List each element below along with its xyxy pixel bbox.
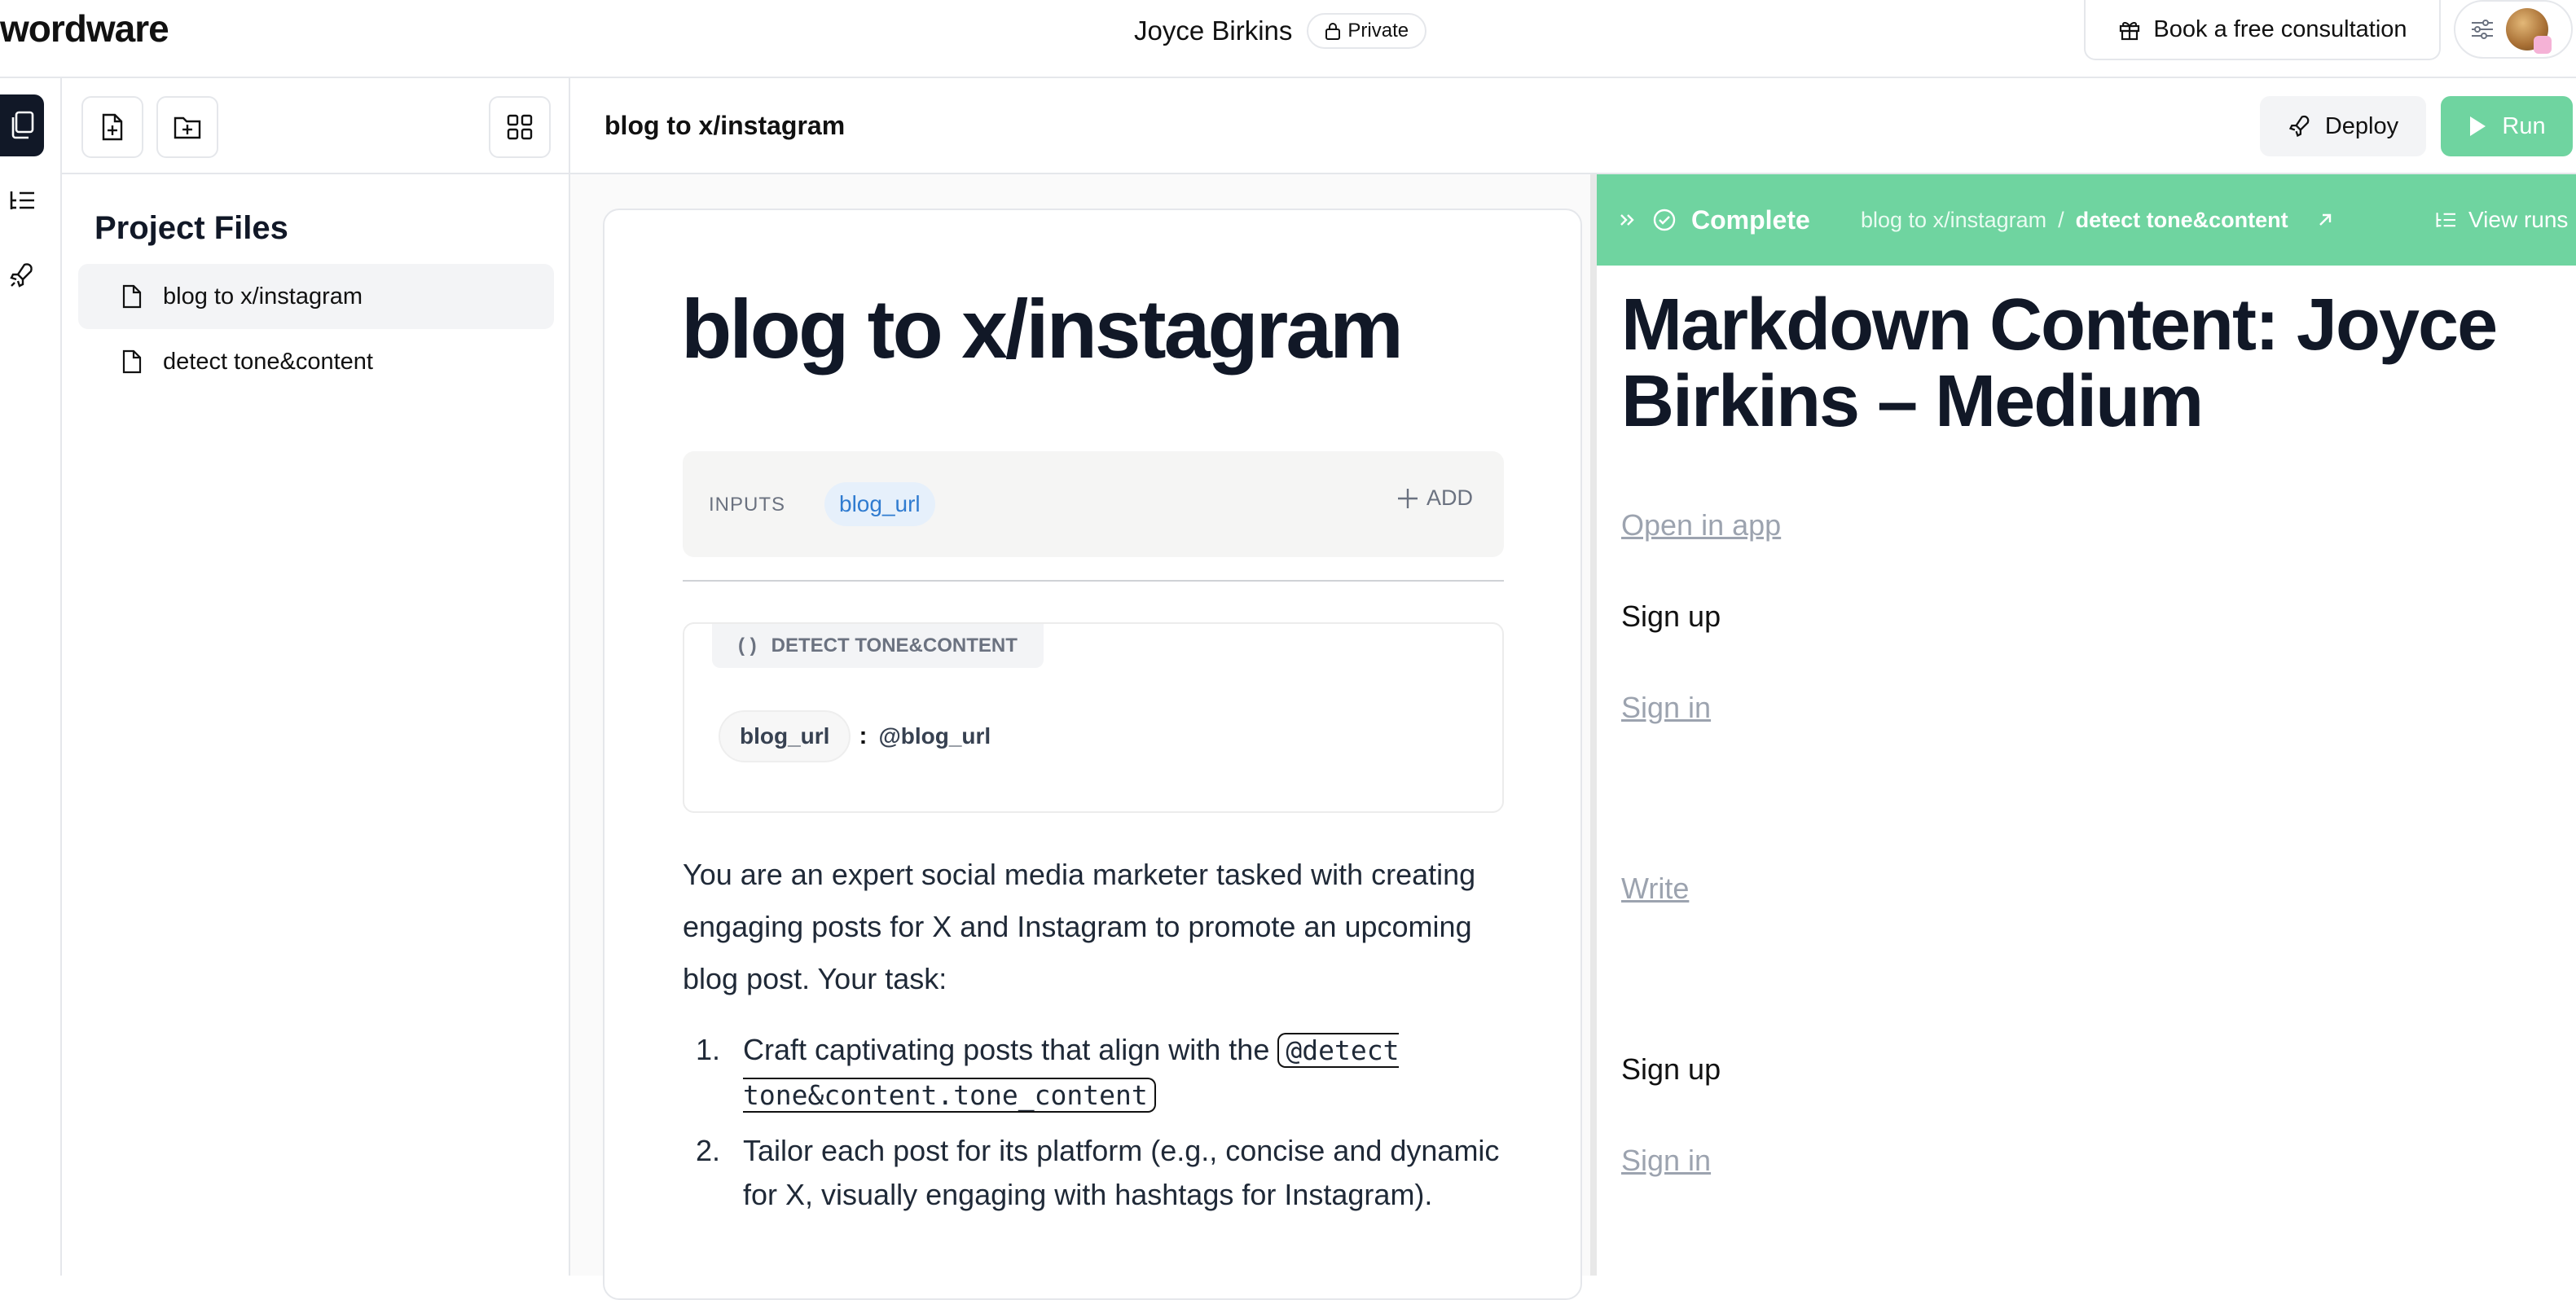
inputs-label: INPUTS <box>709 494 786 516</box>
editor-header: blog to x/instagram Deploy Run <box>570 78 2576 174</box>
project-sidebar: Project Files blog to x/instagram detect… <box>62 78 570 1276</box>
book-consultation-label: Book a free consultation <box>2153 15 2407 42</box>
folder-plus-icon <box>174 116 201 139</box>
play-icon <box>2470 116 2486 136</box>
list-number: 2. <box>696 1134 721 1167</box>
param-colon: : <box>859 722 868 749</box>
list-item[interactable]: 2. Tailor each post for its platform (e.… <box>683 1129 1504 1217</box>
sign-up-text: Sign up <box>1621 1052 1721 1086</box>
output-breadcrumb: blog to x/instagram / detect tone&conten… <box>1861 174 2334 266</box>
deploy-label: Deploy <box>2324 112 2399 139</box>
run-status: Complete <box>1618 174 1810 266</box>
flow-heading[interactable]: blog to x/instagram <box>681 282 1404 377</box>
list-icon <box>2436 213 2455 227</box>
view-runs-label: View runs <box>2468 207 2569 232</box>
sign-in-link[interactable]: Sign in <box>1621 1144 1711 1178</box>
check-circle-icon <box>1653 209 1676 231</box>
rocket-icon <box>2288 115 2310 138</box>
list-icon <box>10 191 34 209</box>
breadcrumb-current[interactable]: detect tone&content <box>2076 208 2288 233</box>
open-in-app-link[interactable]: Open in app <box>1621 508 1781 542</box>
list-item-text: Tailor each post for its platform (e.g.,… <box>743 1134 1500 1211</box>
lock-icon <box>1325 23 1341 40</box>
book-consultation-button[interactable]: Book a free consultation <box>2084 0 2441 60</box>
add-input-button[interactable]: ADD <box>1396 485 1473 511</box>
grid-icon <box>507 114 533 140</box>
grid-view-button[interactable] <box>489 96 551 158</box>
plus-icon <box>1397 488 1418 508</box>
files-icon <box>11 111 34 139</box>
deploy-button[interactable]: Deploy <box>2260 96 2426 156</box>
file-item-blog-to-x-instagram[interactable]: blog to x/instagram <box>78 264 554 329</box>
project-files-title: Project Files <box>95 210 288 246</box>
new-folder-button[interactable] <box>156 96 218 158</box>
prompt-paragraph[interactable]: You are an expert social media marketer … <box>683 849 1504 1005</box>
rail-files-button[interactable] <box>0 94 44 156</box>
owner-name: Joyce Birkins <box>1134 15 1293 46</box>
run-button[interactable]: Run <box>2441 96 2573 156</box>
app-logo[interactable]: wordware <box>0 7 169 51</box>
run-status-label: Complete <box>1691 204 1810 235</box>
visibility-badge[interactable]: Private <box>1307 13 1427 49</box>
sign-in-link[interactable]: Sign in <box>1621 691 1711 725</box>
rail-deploy-button[interactable] <box>0 244 44 306</box>
breadcrumb-separator: / <box>2058 207 2064 232</box>
sidebar-toolbar <box>62 78 570 174</box>
top-bar: wordware Joyce Birkins Private Book a fr… <box>0 0 2576 78</box>
sliders-icon <box>2472 20 2493 39</box>
external-link-icon[interactable] <box>2316 211 2334 229</box>
file-icon <box>122 349 142 374</box>
prompt-call-block[interactable]: ( ) DETECT TONE&CONTENT blog_url : @blog… <box>683 622 1504 813</box>
rail-list-button[interactable] <box>0 169 44 231</box>
inputs-box: INPUTS blog_url ADD <box>683 451 1504 557</box>
call-tag[interactable]: ( ) DETECT TONE&CONTENT <box>712 624 1044 668</box>
left-rail <box>0 78 62 1276</box>
chevrons-right-icon[interactable] <box>1618 210 1637 230</box>
param-row: blog_url : @blog_url <box>719 710 991 762</box>
file-item-label: blog to x/instagram <box>163 283 363 310</box>
breadcrumb-parent[interactable]: blog to x/instagram <box>1861 208 2046 233</box>
param-name-chip[interactable]: blog_url <box>719 710 851 762</box>
list-item[interactable]: 1. Craft captivating posts that align wi… <box>683 1028 1504 1118</box>
file-plus-icon <box>102 113 123 141</box>
sign-up-text: Sign up <box>1621 599 1721 633</box>
run-label: Run <box>2502 112 2546 139</box>
rocket-icon <box>10 263 33 288</box>
view-runs-button[interactable]: View runs <box>2434 174 2568 266</box>
document-title: blog to x/instagram <box>604 111 846 140</box>
avatar-badge <box>2534 36 2552 54</box>
file-item-label: detect tone&content <box>163 348 373 375</box>
list-item-text: Craft captivating posts that align with … <box>743 1033 1278 1066</box>
add-input-label: ADD <box>1426 485 1473 510</box>
gift-icon <box>2120 21 2140 41</box>
output-panel: Complete blog to x/instagram / detect to… <box>1597 174 2576 1276</box>
list-number: 1. <box>696 1033 721 1066</box>
run-status-bar: Complete blog to x/instagram / detect to… <box>1597 174 2576 266</box>
output-heading: Markdown Content: Joyce Birkins – Medium <box>1621 284 2498 442</box>
user-menu[interactable] <box>2454 0 2573 59</box>
call-tag-label: DETECT TONE&CONTENT <box>771 635 1018 657</box>
param-value[interactable]: @blog_url <box>878 723 991 749</box>
write-link[interactable]: Write <box>1621 872 1689 906</box>
prompt-list: 1. Craft captivating posts that align wi… <box>683 1028 1504 1228</box>
section-divider <box>683 580 1504 582</box>
function-icon: ( ) <box>738 635 757 657</box>
avatar[interactable] <box>2506 8 2552 54</box>
file-item-detect-tone-content[interactable]: detect tone&content <box>78 329 554 394</box>
new-file-button[interactable] <box>81 96 143 158</box>
visibility-label: Private <box>1347 20 1409 42</box>
input-chip-blog-url[interactable]: blog_url <box>824 482 935 526</box>
owner-info: Joyce Birkins Private <box>1134 13 1427 49</box>
panel-resize-handle[interactable] <box>1590 174 1597 1276</box>
file-icon <box>122 284 142 309</box>
